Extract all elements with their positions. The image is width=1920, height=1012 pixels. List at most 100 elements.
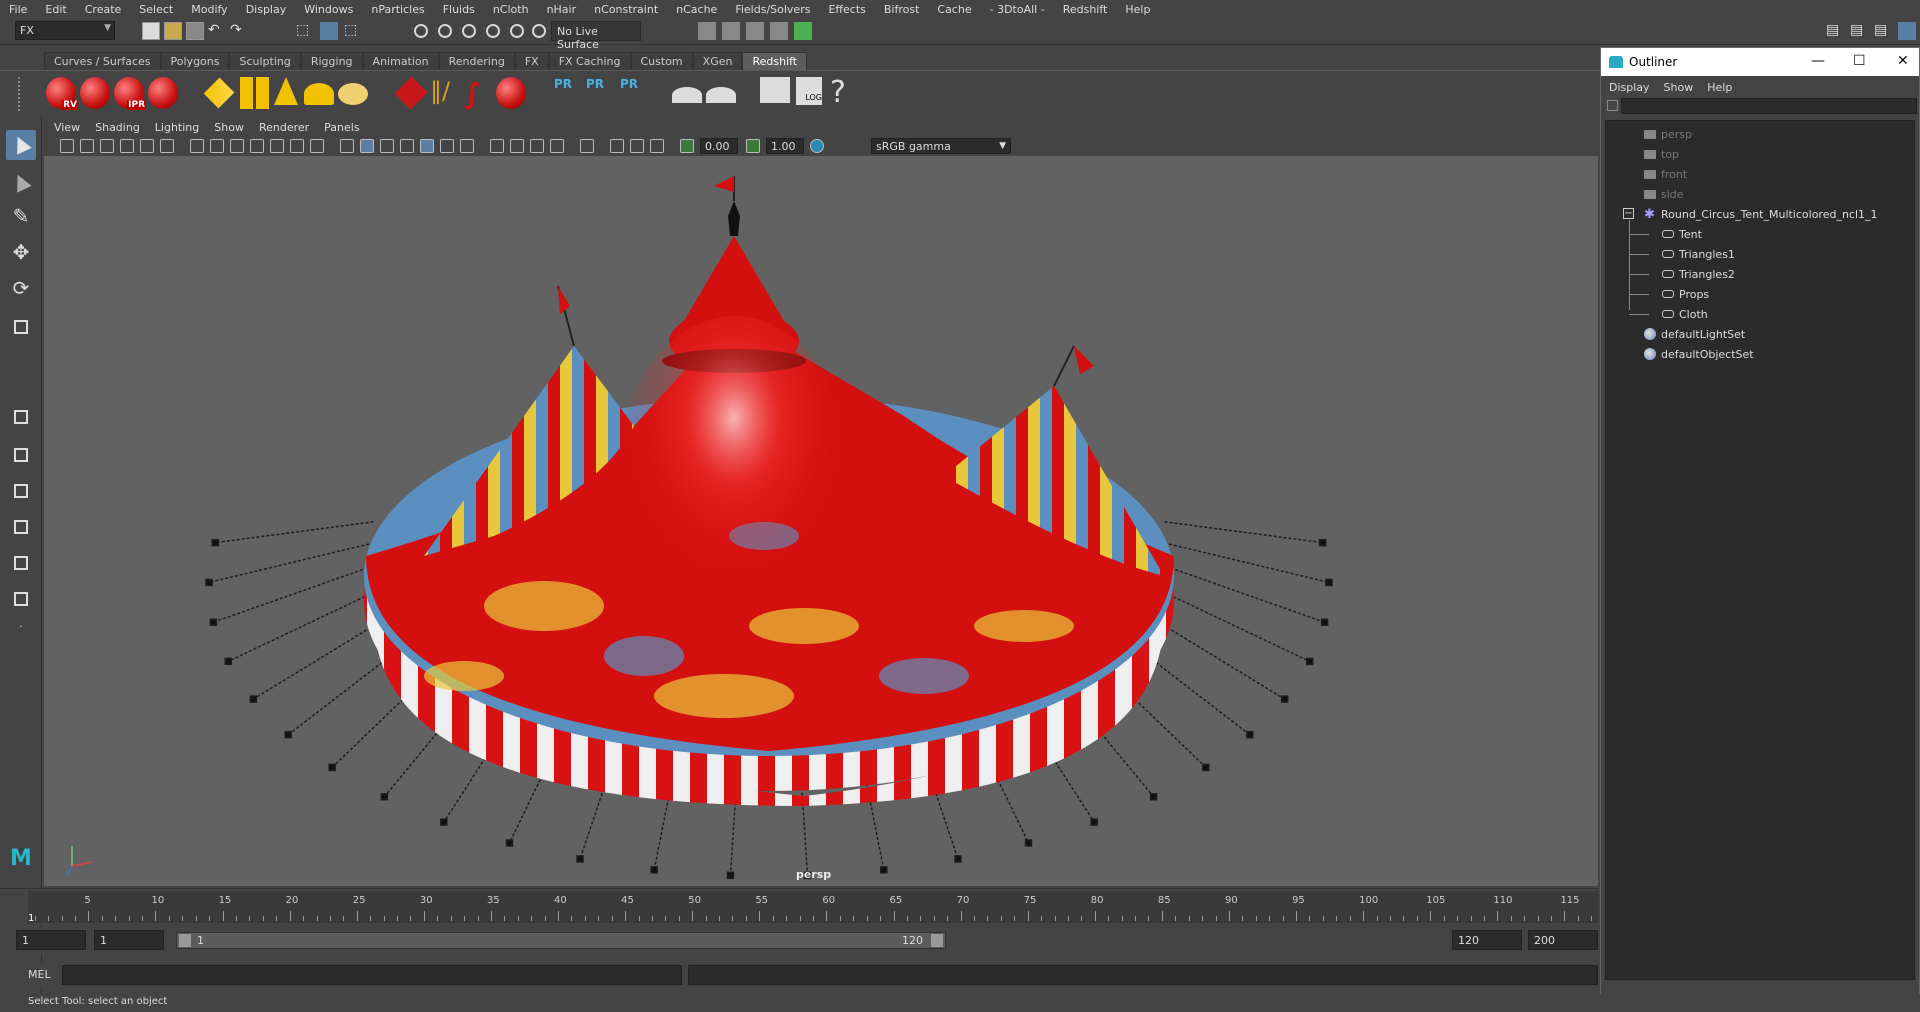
filter-icon[interactable]: [1607, 100, 1618, 111]
textured-icon[interactable]: [420, 139, 434, 153]
outliner-item-triangles1[interactable]: Triangles1: [1662, 245, 1735, 263]
redshift-log-icon[interactable]: LOG: [796, 77, 822, 105]
outliner-item-tent[interactable]: Tent: [1662, 225, 1702, 243]
redshift-render-icon[interactable]: [80, 77, 110, 109]
redshift-area-light-icon[interactable]: [240, 77, 270, 109]
viewport-menu-lighting[interactable]: Lighting: [155, 121, 199, 134]
redshift-proxy-export-icon[interactable]: PR: [554, 77, 584, 109]
xray-icon[interactable]: [610, 139, 624, 153]
outliner-menu-help[interactable]: Help: [1707, 81, 1732, 94]
select-object-icon[interactable]: [320, 22, 338, 40]
redshift-hair-icon[interactable]: ∥∕: [430, 77, 460, 109]
shelf-tab-rendering[interactable]: Rendering: [438, 52, 515, 70]
collapse-icon[interactable]: −: [1623, 208, 1634, 219]
camera-attributes-icon[interactable]: [80, 139, 94, 153]
wireframe-on-shaded-icon[interactable]: [400, 139, 414, 153]
menu-bifrost[interactable]: Bifrost: [875, 3, 929, 16]
xray-components-icon[interactable]: [650, 139, 664, 153]
close-button[interactable]: ✕: [1897, 53, 1909, 69]
redshift-ipr-icon[interactable]: IPR: [114, 77, 146, 110]
render-view-icon[interactable]: [794, 22, 812, 40]
time-slider[interactable]: 5 10 15 20 25 30 35 40 45 50 55 60 65 70 75 80 85 90 95 100…: [0, 888, 1598, 924]
redshift-settings-icon[interactable]: [148, 77, 178, 109]
use-all-lights-icon[interactable]: [440, 139, 454, 153]
select-component-icon[interactable]: ⬚: [344, 22, 362, 40]
menu-ncache[interactable]: nCache: [667, 3, 726, 16]
outliner-item-root-group[interactable]: ✱ Round_Circus_Tent_Multicolored_ncl1_1: [1644, 205, 1878, 223]
shelf-tab-sculpting[interactable]: Sculpting: [229, 52, 301, 70]
smooth-shade-icon[interactable]: [360, 139, 374, 153]
render-settings-icon[interactable]: [746, 22, 764, 40]
shadows-icon[interactable]: [460, 139, 474, 153]
shelf-tab-rigging[interactable]: Rigging: [300, 52, 363, 70]
menu-3dtoall[interactable]: - 3DtoAll -: [981, 3, 1054, 16]
menu-select[interactable]: Select: [130, 3, 182, 16]
safe-title-icon[interactable]: [310, 139, 324, 153]
outliner-item-side[interactable]: side: [1644, 185, 1684, 203]
select-hierarchy-icon[interactable]: ⬚: [296, 22, 314, 40]
redshift-dome-light-icon[interactable]: [304, 83, 334, 105]
grid-toggle-icon[interactable]: [190, 139, 204, 153]
viewport-menu-show[interactable]: Show: [214, 121, 244, 134]
motion-blur-icon[interactable]: [510, 139, 524, 153]
lasso-tool-icon[interactable]: [6, 168, 36, 198]
shelf-tab-fx-caching[interactable]: FX Caching: [548, 52, 631, 70]
open-scene-icon[interactable]: [164, 22, 182, 40]
menu-redshift[interactable]: Redshift: [1054, 3, 1117, 16]
redshift-light-icon[interactable]: [203, 77, 235, 109]
render-frame-icon[interactable]: [698, 22, 716, 40]
wireframe-icon[interactable]: [340, 139, 354, 153]
two-d-pan-icon[interactable]: [140, 139, 154, 153]
view-transform-select[interactable]: sRGB gamma ▼: [871, 138, 1011, 154]
persp-outliner-layout-icon[interactable]: [6, 476, 36, 506]
time-slider-track[interactable]: 5 10 15 20 25 30 35 40 45 50 55 60 65 70 75 80 85 90 95 100…: [28, 891, 1598, 923]
menu-file[interactable]: File: [0, 3, 36, 16]
shelf-tab-animation[interactable]: Animation: [362, 52, 439, 70]
rotate-tool-icon[interactable]: ⟳: [6, 276, 36, 306]
menu-help[interactable]: Help: [1116, 3, 1159, 16]
default-material-icon[interactable]: [380, 139, 394, 153]
outliner-item-defaultobjectset[interactable]: defaultObjectSet: [1644, 345, 1754, 363]
save-scene-icon[interactable]: [186, 22, 204, 40]
snap-curve-icon[interactable]: [438, 24, 452, 38]
resolution-gate-icon[interactable]: [230, 139, 244, 153]
uv-layout-icon[interactable]: [6, 584, 36, 614]
command-input[interactable]: [62, 965, 682, 985]
live-surface-field[interactable]: No Live Surface: [551, 21, 641, 51]
menu-ncloth[interactable]: nCloth: [484, 3, 538, 16]
redshift-material-icon[interactable]: [496, 77, 526, 109]
range-start-handle[interactable]: [179, 934, 191, 947]
redshift-curve-icon[interactable]: ∫: [464, 77, 494, 110]
outliner-item-props[interactable]: Props: [1662, 285, 1709, 303]
ipr-render-icon[interactable]: [722, 22, 740, 40]
camera-select-icon[interactable]: [60, 139, 74, 153]
undo-icon[interactable]: ↶: [208, 22, 226, 40]
outliner-item-top[interactable]: top: [1644, 145, 1679, 163]
field-chart-icon[interactable]: [270, 139, 284, 153]
film-gate-icon[interactable]: [210, 139, 224, 153]
snap-grid-icon[interactable]: [414, 24, 428, 38]
gamma-icon[interactable]: [746, 139, 760, 153]
outliner-item-persp[interactable]: persp: [1644, 125, 1692, 143]
attribute-editor-icon[interactable]: ▤: [1850, 22, 1868, 40]
new-scene-icon[interactable]: [142, 22, 160, 40]
menu-nhair[interactable]: nHair: [538, 3, 586, 16]
shelf-tab-xgen[interactable]: XGen: [692, 52, 743, 70]
menu-set-selector[interactable]: FX ▼: [15, 21, 115, 40]
redo-icon[interactable]: ↷: [230, 22, 248, 40]
viewport-menu-renderer[interactable]: Renderer: [259, 121, 309, 134]
shelf-tab-fx[interactable]: FX: [514, 52, 549, 70]
outliner-menu-show[interactable]: Show: [1664, 81, 1694, 94]
outliner-search-input[interactable]: [1621, 98, 1917, 114]
viewport-menu-panels[interactable]: Panels: [324, 121, 359, 134]
menu-edit[interactable]: Edit: [36, 3, 75, 16]
outliner-item-defaultlightset[interactable]: defaultLightSet: [1644, 325, 1745, 343]
menu-display[interactable]: Display: [237, 3, 296, 16]
redshift-script-editor-icon[interactable]: [760, 77, 790, 103]
shelf-tab-redshift[interactable]: Redshift: [742, 52, 808, 70]
modeling-toolkit-icon[interactable]: [1898, 22, 1916, 40]
menu-windows[interactable]: Windows: [295, 3, 362, 16]
move-tool-icon[interactable]: ✥: [6, 240, 36, 270]
exposure-field[interactable]: 0.00: [700, 138, 738, 154]
snap-point-icon[interactable]: [462, 24, 476, 38]
